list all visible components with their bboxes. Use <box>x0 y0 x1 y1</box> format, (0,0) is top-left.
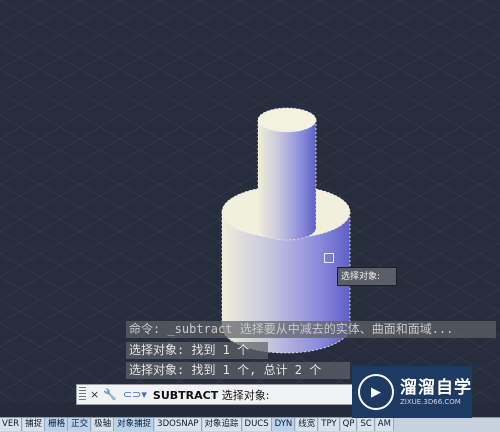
play-icon: ▶ <box>358 374 394 410</box>
status-toggle-ducs[interactable]: DUCS <box>242 418 272 431</box>
status-toggle-sc[interactable]: SC <box>358 418 375 431</box>
command-input[interactable]: SUBTRACT 选择对象: <box>153 387 270 403</box>
top-cylinder[interactable] <box>257 107 317 241</box>
recent-commands-icon[interactable]: ⊂⊃▾ <box>123 385 147 404</box>
status-bar: VER 捕捉 栅格 正交 极轴 对象捕捉 3DOSNAP 对象追踪 DUCS DYN 线宽 TPY QP… <box>0 417 500 432</box>
status-toggle-对象捕捉[interactable]: 对象捕捉 <box>115 418 155 431</box>
current-command: SUBTRACT <box>152 388 219 402</box>
command-history-line: 选择对象: 找到 1 个 <box>126 342 268 359</box>
status-toggle-正交[interactable]: 正交 <box>69 418 92 431</box>
model-viewport[interactable]: 选择对象: 命令: _subtract 选择要从中减去的实体、曲面和面域... … <box>0 0 500 402</box>
command-line-grip-handle[interactable] <box>79 387 86 402</box>
status-toggle-对象追踪[interactable]: 对象追踪 <box>202 418 242 431</box>
watermark-logo: ▶ 溜溜自学 ZIXUE.3D66.COM <box>352 366 472 418</box>
command-prompt: 选择对象: <box>221 388 270 402</box>
status-toggle-线宽[interactable]: 线宽 <box>296 418 319 431</box>
watermark-url: ZIXUE.3D66.COM <box>400 397 461 406</box>
status-toggle-ver[interactable]: VER <box>0 418 23 431</box>
status-toggle-捕捉[interactable]: 捕捉 <box>23 418 46 431</box>
status-toggle-tpy[interactable]: TPY <box>319 418 340 431</box>
status-toggle-qp[interactable]: QP <box>340 418 358 431</box>
pickbox-cursor <box>324 253 334 263</box>
status-toggle-dyn[interactable]: DYN <box>272 418 296 431</box>
command-history-line: 命令: _subtract 选择要从中减去的实体、曲面和面域... <box>126 321 496 338</box>
dynamic-input-tooltip: 选择对象: <box>337 267 397 286</box>
status-toggle-3dosnap[interactable]: 3DOSNAP <box>155 418 202 431</box>
status-toggle-am[interactable]: AM <box>375 418 394 431</box>
command-history-line: 选择对象: 找到 1 个, 总计 2 个 <box>126 362 350 379</box>
command-line[interactable]: × 🔧 ⊂⊃▾ SUBTRACT 选择对象: <box>76 384 372 405</box>
close-icon[interactable]: × <box>90 385 99 404</box>
wrench-icon[interactable]: 🔧 <box>103 385 117 404</box>
status-toggle-栅格[interactable]: 栅格 <box>46 418 69 431</box>
status-toggle-极轴[interactable]: 极轴 <box>92 418 115 431</box>
watermark-title: 溜溜自学 <box>400 377 472 398</box>
